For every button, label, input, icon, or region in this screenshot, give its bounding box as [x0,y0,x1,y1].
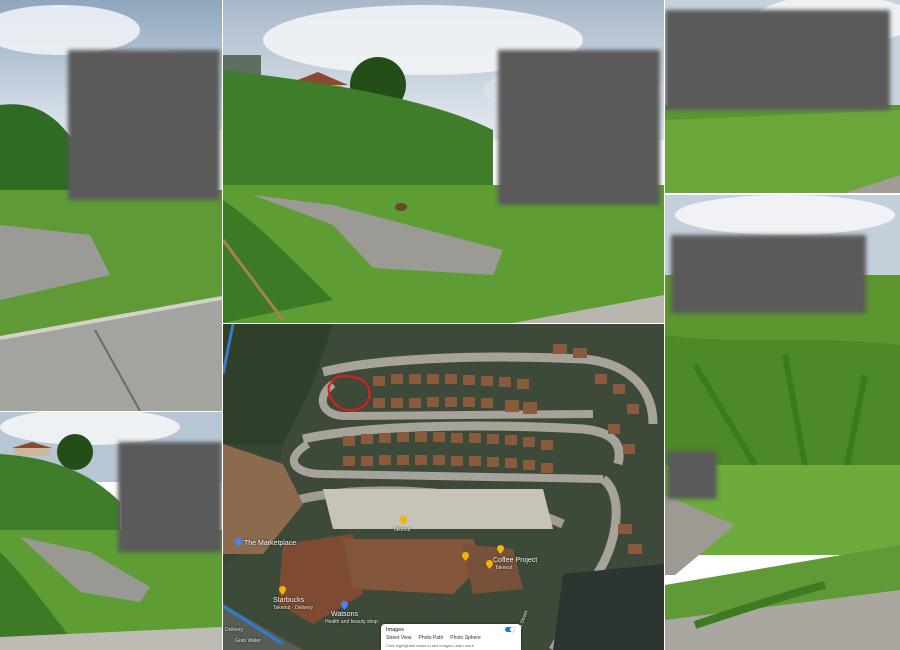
redaction-box [498,50,660,205]
redaction-box [68,50,220,200]
map-pin-icon[interactable] [497,545,504,554]
poi-label-coffee-project[interactable]: Coffee Project [493,557,537,564]
poi-sublabel-watsons: Health and beauty shop [325,619,378,625]
poi-sublabel-takeout: Takeout [393,527,411,533]
legend-street-view[interactable]: Street View [386,635,411,641]
poi-label-grab-water[interactable]: Grab Water [235,638,261,644]
redaction-box [671,235,866,313]
poi-label-watsons[interactable]: Watsons [331,611,358,618]
map-pin-icon[interactable] [235,538,242,547]
redaction-box [667,451,717,499]
photo-top-middle [223,0,664,323]
map-pin-icon[interactable] [400,516,407,525]
legend-photo-sphere[interactable]: Photo Sphere [450,635,481,641]
images-layer-card[interactable]: Images Street View Photo Path Photo Sphe… [381,624,521,650]
satellite-map[interactable]: The Marketplace Coffee Project Takeout T… [223,324,664,650]
images-layer-hint: Click highlighted areas to see images Le… [386,643,474,648]
photo-top-left [0,0,222,411]
poi-sublabel-starbucks: Takeout · Delivery [273,605,314,611]
poi-sublabel-coffee-project: Takeout [495,565,513,571]
redaction-box [118,442,222,552]
map-pin-icon[interactable] [279,586,286,595]
poi-label-marketplace[interactable]: The Marketplace [244,540,296,547]
photo-bottom-left [0,412,222,650]
map-pin-icon[interactable] [486,560,493,569]
photo-right-middle [665,195,900,650]
map-pin-icon[interactable] [341,601,348,610]
photo-top-right [665,0,900,193]
redaction-box [665,10,890,110]
legend-photo-path[interactable]: Photo Path [418,635,443,641]
images-layer-title: Images [386,627,405,633]
poi-sublabel-delivery: Delivery [225,627,244,633]
poi-label-starbucks[interactable]: Starbucks [273,597,304,604]
images-layer-options: Street View Photo Path Photo Sphere [386,635,481,641]
map-pin-icon[interactable] [462,552,469,561]
images-layer-toggle[interactable] [505,627,515,632]
